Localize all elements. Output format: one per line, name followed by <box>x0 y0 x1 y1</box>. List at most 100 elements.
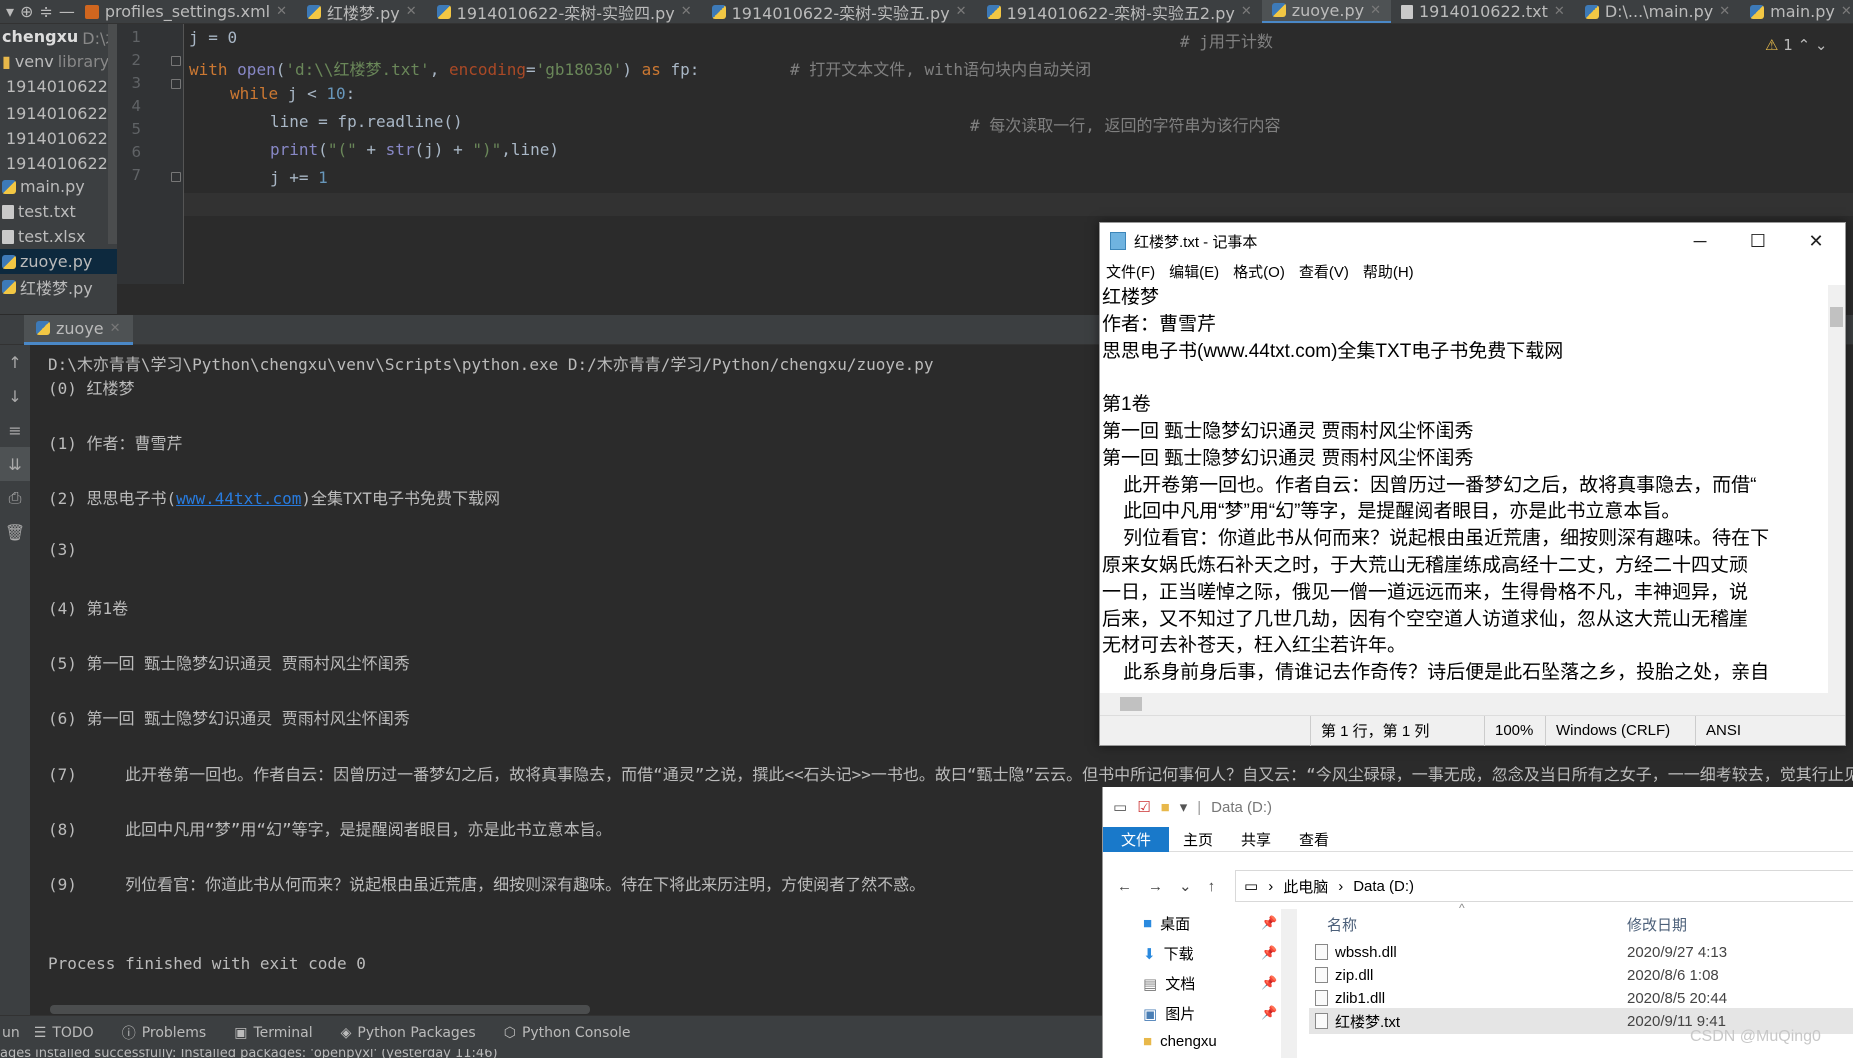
tab-2[interactable]: 1914010622-栾树-实验四.py ✕ <box>427 0 702 23</box>
close-icon[interactable]: ✕ <box>1370 3 1381 18</box>
column-header-date[interactable]: 修改日期 <box>1627 914 1687 935</box>
close-icon[interactable]: ✕ <box>1719 4 1730 19</box>
back-icon[interactable]: ← <box>1117 878 1132 895</box>
nav-item-documents[interactable]: ▤ 文档 <box>1143 973 1195 994</box>
fold-marker-icon[interactable] <box>171 79 181 89</box>
minimize-icon[interactable]: ─ <box>1671 223 1729 259</box>
close-icon[interactable]: ✕ <box>110 321 121 336</box>
python-icon <box>1584 4 1599 19</box>
project-item-label: test.xlsx <box>18 227 86 246</box>
trash-icon[interactable]: 🗑 <box>0 515 30 549</box>
minimize-panel-icon[interactable]: — <box>59 1 75 23</box>
forward-icon[interactable]: → <box>1148 878 1163 895</box>
tab-4[interactable]: 1914010622-栾树-实验五2.py ✕ <box>977 0 1262 23</box>
nav-item-desktop[interactable]: ■ 桌面 <box>1143 913 1190 934</box>
current-line-highlight <box>184 193 1853 216</box>
project-scrollbar[interactable] <box>108 24 117 244</box>
run-label[interactable]: un <box>2 1025 20 1041</box>
chevron-down-icon[interactable]: ⌄ <box>1815 36 1828 54</box>
close-icon[interactable]: ✕ <box>406 4 417 19</box>
pin-icon[interactable]: 📌 <box>1261 975 1277 991</box>
project-item[interactable]: ▮venvlibrary ro <box>0 49 117 74</box>
nav-scrollbar[interactable] <box>1281 909 1297 1058</box>
ribbon-tab[interactable]: 共享 <box>1227 827 1285 852</box>
project-item[interactable]: test.txt <box>0 199 117 224</box>
project-item[interactable]: 1914010622.tx <box>0 74 117 99</box>
pin-icon[interactable]: 📌 <box>1261 1005 1277 1021</box>
close-icon[interactable]: ✕ <box>276 4 287 19</box>
nav-item-downloads[interactable]: ⬇ 下载 <box>1143 943 1194 964</box>
chevron-up-icon[interactable]: ⌃ <box>1798 36 1811 54</box>
menu-item[interactable]: 格式(O) <box>1233 261 1285 282</box>
dropdown-icon[interactable]: ▾ <box>6 1 14 23</box>
close-icon[interactable]: ✕ <box>1787 223 1845 259</box>
print-icon[interactable]: ⎙ <box>0 481 30 515</box>
scroll-thumb[interactable] <box>1830 307 1843 327</box>
close-icon[interactable]: ✕ <box>1241 4 1252 19</box>
tab-5[interactable]: zuoye.py ✕ <box>1261 0 1391 23</box>
explorer-titlebar[interactable]: ▭ ☑ ■ ▾ | Data (D:) <box>1103 787 1853 827</box>
project-item[interactable]: 1914010622-栾 <box>0 99 117 124</box>
project-item[interactable]: 红楼梦.py <box>0 274 117 299</box>
address-bar[interactable]: ▭ › 此电脑 › Data (D:) <box>1235 870 1853 902</box>
arrow-down-icon[interactable]: ↓ <box>0 379 30 413</box>
tool-window-button[interactable]: ◈ Python Packages <box>341 1023 476 1043</box>
tab-0[interactable]: profiles_settings.xml ✕ <box>75 0 297 23</box>
notepad-vertical-scrollbar[interactable] <box>1828 285 1845 715</box>
ribbon-tab[interactable]: 查看 <box>1285 827 1343 852</box>
close-icon[interactable]: ✕ <box>956 4 967 19</box>
console-exit-line: Process finished with exit code 0 <box>48 954 366 973</box>
maximize-icon[interactable]: ☐ <box>1729 223 1787 259</box>
console-horizontal-scrollbar[interactable] <box>50 1005 590 1014</box>
close-icon[interactable]: ✕ <box>681 4 692 19</box>
close-icon[interactable]: ✕ <box>1841 4 1852 19</box>
run-tab[interactable]: zuoye ✕ <box>24 314 133 345</box>
breadcrumb-item[interactable]: Data (D:) <box>1353 878 1414 895</box>
project-root[interactable]: chengxu D:\木亦 <box>0 24 117 49</box>
console-line: (4) 第1卷 <box>48 599 129 618</box>
fold-marker-icon[interactable] <box>171 172 181 182</box>
nav-item-chengxu[interactable]: ■ chengxu <box>1143 1033 1217 1050</box>
tab-7[interactable]: D:\...\main.py ✕ <box>1575 0 1740 23</box>
nav-item-pictures[interactable]: ▣ 图片 <box>1143 1003 1195 1024</box>
project-item[interactable]: test.xlsx <box>0 224 117 249</box>
up-icon[interactable]: ↑ <box>1208 878 1216 895</box>
warning-indicator[interactable]: ⚠ 1 ⌃ ⌄ <box>1765 36 1828 54</box>
close-icon[interactable]: ✕ <box>1554 4 1565 19</box>
tool-window-button[interactable]: ▣ Terminal <box>234 1023 312 1043</box>
breadcrumb-item[interactable]: 此电脑 <box>1283 876 1328 897</box>
notepad-horizontal-scrollbar[interactable] <box>1100 693 1828 715</box>
project-item[interactable]: 1914010622-栾 <box>0 149 117 174</box>
arrow-up-icon[interactable]: ↑ <box>0 345 30 379</box>
menu-item[interactable]: 查看(V) <box>1299 261 1349 282</box>
chevron-down-icon[interactable]: ▾ <box>1180 798 1188 816</box>
column-header-name[interactable]: 名称 <box>1327 914 1357 935</box>
tab-1[interactable]: 红楼梦.py ✕ <box>297 0 427 23</box>
scroll-thumb[interactable] <box>1120 697 1142 711</box>
checkbox-icon[interactable]: ☑ <box>1137 798 1150 816</box>
tool-window-button[interactable]: ⬡ Python Console <box>504 1023 631 1043</box>
project-item[interactable]: main.py <box>0 174 117 199</box>
ribbon-tab[interactable]: 文件 <box>1103 826 1170 852</box>
collapse-icon[interactable]: ≑ <box>39 1 52 23</box>
tab-3[interactable]: 1914010622-栾树-实验五.py ✕ <box>702 0 977 23</box>
soft-wrap-icon[interactable]: ≡ <box>0 413 30 447</box>
console-link[interactable]: www.44txt.com <box>176 489 301 508</box>
menu-item[interactable]: 文件(F) <box>1106 261 1155 282</box>
project-item[interactable]: zuoye.py <box>0 249 117 274</box>
scroll-to-end-icon[interactable]: ⇊ <box>0 447 30 481</box>
ribbon-tab[interactable]: 主页 <box>1169 827 1227 852</box>
target-icon[interactable]: ⊕ <box>20 1 33 23</box>
tool-window-button[interactable]: ☰ TODO <box>34 1023 94 1043</box>
pin-icon[interactable]: 📌 <box>1261 945 1277 961</box>
pin-icon[interactable]: 📌 <box>1261 915 1277 931</box>
project-item[interactable]: 1914010622-栾 <box>0 124 117 149</box>
tab-6[interactable]: 1914010622.txt ✕ <box>1391 0 1575 23</box>
chevron-down-icon[interactable]: ⌄ <box>1179 877 1192 895</box>
menu-item[interactable]: 编辑(E) <box>1169 261 1219 282</box>
tab-8[interactable]: main.py ✕ <box>1740 0 1853 23</box>
fold-marker-icon[interactable] <box>171 56 181 66</box>
notepad-text-area[interactable]: 红楼梦 作者：曹雪芹 思思电子书(www.44txt.com)全集TXT电子书免… <box>1102 285 1825 715</box>
menu-item[interactable]: 帮助(H) <box>1363 261 1414 282</box>
tool-window-button[interactable]: ⓘ Problems <box>122 1023 207 1043</box>
